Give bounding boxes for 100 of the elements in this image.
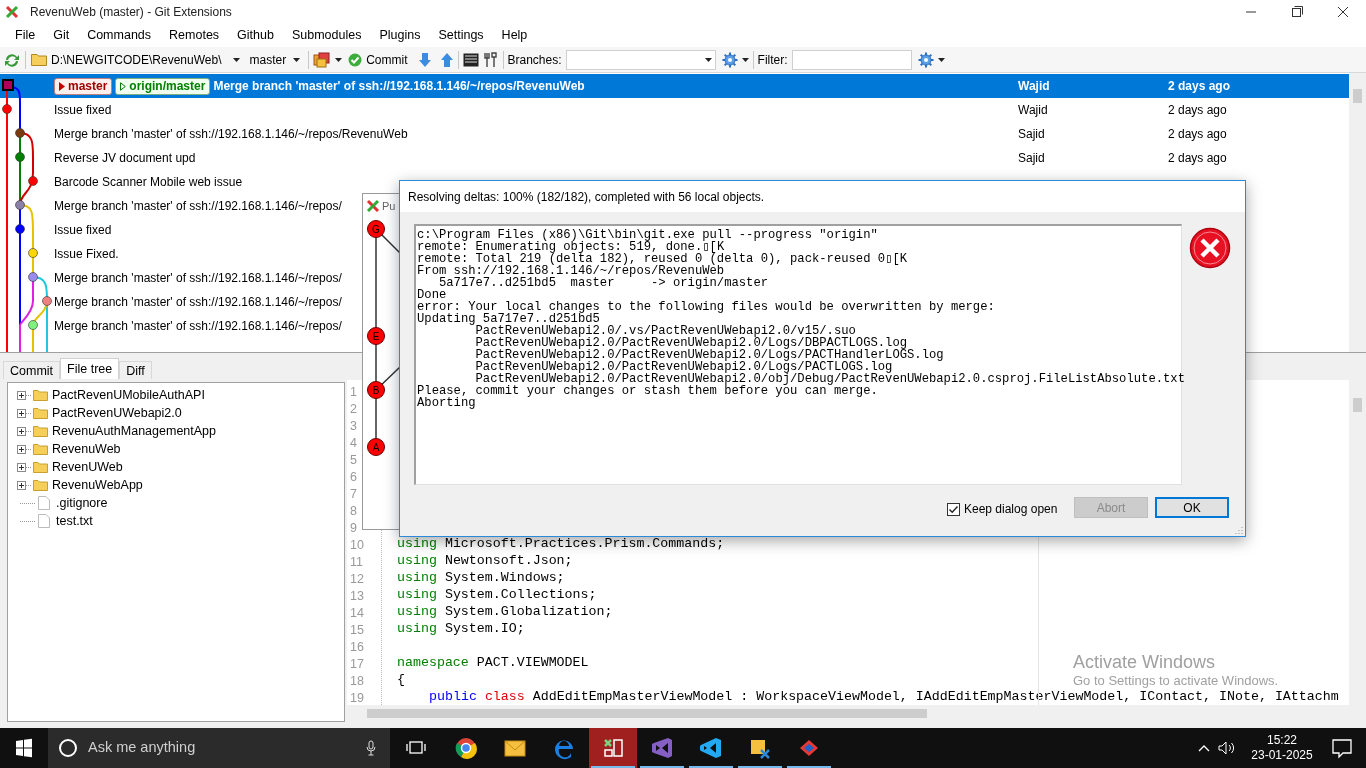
caret-icon[interactable] xyxy=(937,57,945,62)
triangle-outline-icon xyxy=(120,81,127,91)
folder-name[interactable]: RevenuWeb xyxy=(52,439,121,459)
search-box[interactable]: Ask me anything xyxy=(48,728,390,768)
code-text: { xyxy=(397,670,405,688)
expand-icon[interactable] xyxy=(17,408,26,418)
caret-icon[interactable] xyxy=(335,57,343,62)
filter-label: Filter: xyxy=(757,51,788,69)
microphone-icon[interactable] xyxy=(366,740,376,756)
chevron-up-icon[interactable] xyxy=(1198,744,1210,752)
commit-message: Reverse JV document upd xyxy=(54,150,196,167)
branch-name: master xyxy=(249,51,287,69)
menu-item[interactable]: Commands xyxy=(78,25,161,45)
arrow-up-icon[interactable] xyxy=(439,51,454,68)
line-number: 9 xyxy=(350,520,357,537)
line-number: 1 xyxy=(350,384,357,401)
tab[interactable]: Diff xyxy=(119,361,152,379)
file-name[interactable]: test.txt xyxy=(56,511,93,531)
repository-dropdown[interactable]: D:\NEWGITCODE\RevenuWeb\ xyxy=(30,49,242,70)
expand-icon[interactable] xyxy=(17,480,26,490)
folder-icon xyxy=(33,461,48,473)
graph-node: E xyxy=(367,327,385,345)
commit-date: 2 days ago xyxy=(1168,150,1228,167)
clock-date[interactable]: 23-01-2025 xyxy=(1251,748,1313,763)
commit-author: Wajid xyxy=(1018,102,1049,119)
filter-field[interactable] xyxy=(791,49,912,70)
app-logo-icon xyxy=(366,199,380,213)
menu-item[interactable]: Settings xyxy=(429,25,493,45)
menu-item[interactable]: Plugins xyxy=(370,25,430,45)
commit-row[interactable]: Reverse JV document upd Sajid 2 days ago xyxy=(0,146,1349,170)
tab[interactable]: File tree xyxy=(60,358,120,379)
commit-message: Issue fixed xyxy=(54,102,112,119)
expand-icon[interactable] xyxy=(17,426,26,436)
stash-icon[interactable] xyxy=(313,51,332,68)
menu-item[interactable]: Remotes xyxy=(160,25,229,45)
git-app-icon[interactable] xyxy=(589,728,637,768)
commit-button[interactable]: Commit xyxy=(346,49,410,70)
commit-author: Wajid xyxy=(1018,78,1051,95)
clock-time[interactable]: 15:22 xyxy=(1267,733,1297,748)
folder-name[interactable]: RevenuWebApp xyxy=(52,475,143,495)
output-line: 5a717e7..d251bd5 master -> origin/master xyxy=(438,277,770,289)
output-line: Aborting xyxy=(417,397,477,409)
branch-tag[interactable]: origin/master xyxy=(115,77,211,95)
graph-node: A xyxy=(367,438,385,456)
output-line: remote: Enumerating objects: 519, done.▯[K xyxy=(417,241,725,253)
tab[interactable]: Commit xyxy=(3,361,61,379)
file-icon xyxy=(38,496,50,510)
branches-field[interactable] xyxy=(565,49,716,70)
code-text: Newtonsoft.Json; xyxy=(444,552,573,570)
folder-name[interactable]: PactRevenUMobileAuthAPI xyxy=(52,385,205,405)
caret-icon[interactable] xyxy=(741,57,749,62)
commit-row[interactable]: Merge branch 'master' of ssh://192.168.1.146/~/repos/RevenuWeb Sajid 2 days ago xyxy=(0,122,1349,146)
code-text: using xyxy=(397,586,437,604)
speaker-icon[interactable] xyxy=(1218,741,1236,755)
dialog-button[interactable]: OK xyxy=(1155,497,1229,518)
branch-tag[interactable]: master xyxy=(54,77,113,95)
file-icon xyxy=(38,514,50,528)
graph-node: B xyxy=(367,381,385,399)
file-name[interactable]: .gitignore xyxy=(56,493,108,513)
folder-name[interactable]: RevenuAuthManagementApp xyxy=(52,421,216,441)
gear-icon[interactable] xyxy=(917,51,934,68)
gear-icon[interactable] xyxy=(721,51,738,68)
commit-author: Sajid xyxy=(1018,126,1046,143)
output-line: Done xyxy=(417,289,448,301)
line-number: 15 xyxy=(350,622,364,639)
tools-icon[interactable] xyxy=(482,51,499,68)
error-icon xyxy=(1189,227,1231,269)
branch-dropdown[interactable]: master xyxy=(245,49,305,70)
line-number: 13 xyxy=(350,588,364,605)
output-line: Please, commit your changes or stash them before you can merge. xyxy=(417,385,878,397)
line-number: 2 xyxy=(350,401,357,418)
caret-icon xyxy=(704,57,712,62)
output-line: Updating 5a717e7..d251bd5 xyxy=(417,313,600,325)
menu-item[interactable]: Git xyxy=(44,25,79,45)
resize-grip-icon[interactable] xyxy=(1235,526,1243,534)
scrollbar[interactable] xyxy=(1349,73,1366,352)
menu-item[interactable]: Github xyxy=(228,25,283,45)
expand-icon[interactable] xyxy=(17,444,26,454)
refresh-icon[interactable] xyxy=(3,51,21,68)
commit-row[interactable]: master origin/master Merge branch 'master' of ssh://192.168.1.146/~/repos/RevenuWeb Wajid 2 days ago xyxy=(0,74,1349,98)
expand-icon[interactable] xyxy=(17,462,26,472)
terminal-icon[interactable] xyxy=(462,52,479,67)
output-line: error: Your local changes to the following files would be overwritten by merge: xyxy=(417,301,996,313)
commit-row[interactable]: Issue fixed Wajid 2 days ago xyxy=(0,98,1349,122)
menu-item[interactable]: Help xyxy=(492,25,537,45)
folder-name[interactable]: PactRevenUWebapi2.0 xyxy=(52,403,182,423)
menu-item[interactable]: File xyxy=(6,25,45,45)
folder-icon xyxy=(33,479,48,491)
line-number: 17 xyxy=(350,656,364,673)
arrow-down-icon[interactable] xyxy=(417,51,432,68)
commit-message: Merge branch 'master' of ssh://192.168.1.146/~/repos/RevenuWeb xyxy=(213,78,585,95)
output-line: c:\Program Files (x86)\Git\bin\git.exe pull --progress "origin" xyxy=(417,229,879,241)
line-number: 7 xyxy=(350,486,357,503)
folder-name[interactable]: RevenUWeb xyxy=(52,457,123,477)
folder-icon xyxy=(33,425,48,437)
checkbox[interactable] xyxy=(947,502,960,516)
menu-item[interactable]: Submodules xyxy=(282,25,371,45)
commit-message: Merge branch 'master' of ssh://192.168.1.146/~/repos/RevenuWeb xyxy=(54,126,408,143)
activation-text: Go to Settings to activate Windows. xyxy=(1073,673,1279,688)
expand-icon[interactable] xyxy=(17,390,26,400)
